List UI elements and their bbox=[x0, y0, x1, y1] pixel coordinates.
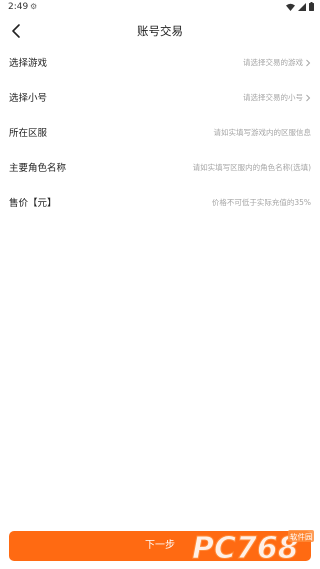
row-placeholder: 请如实填写游戏内的区服信息 bbox=[213, 128, 312, 137]
signal-icon bbox=[298, 2, 306, 11]
price-input[interactable]: 价格不可低于实际充值的35% bbox=[212, 197, 311, 208]
server-input[interactable]: 请如实填写游戏内的区服信息 bbox=[214, 127, 312, 138]
settings-status-icon: ⚙ bbox=[30, 2, 38, 11]
trade-form: 选择游戏 请选择交易的游戏 选择小号 请选择交易的小号 所在区服 请如实填写游戏… bbox=[0, 46, 320, 221]
svg-text:PC768: PC768 bbox=[192, 531, 299, 566]
svg-text:软件园: 软件园 bbox=[290, 532, 313, 542]
battery-icon bbox=[309, 2, 314, 11]
row-value: 请选择交易的游戏 bbox=[243, 57, 311, 68]
row-label: 所在区服 bbox=[9, 128, 48, 139]
row-label: 选择游戏 bbox=[9, 58, 48, 69]
character-name-row[interactable]: 主要角色名称 请如实填写区服内的角色名称(选填) bbox=[0, 151, 320, 186]
character-name-input[interactable]: 请如实填写区服内的角色名称(选填) bbox=[193, 162, 311, 173]
page-title: 账号交易 bbox=[137, 24, 183, 38]
row-placeholder: 请选择交易的小号 bbox=[243, 93, 303, 102]
title-bar: 账号交易 bbox=[0, 16, 320, 46]
select-game-row[interactable]: 选择游戏 请选择交易的游戏 bbox=[0, 46, 320, 81]
row-placeholder: 价格不可低于实际充值的35% bbox=[211, 198, 311, 207]
pc768-watermark-logo: PC768 软件园 bbox=[192, 530, 314, 566]
chevron-right-icon bbox=[306, 59, 311, 66]
status-bar: 2:49 ⚙ bbox=[0, 0, 320, 16]
select-alt-account-row[interactable]: 选择小号 请选择交易的小号 bbox=[0, 81, 320, 116]
row-label: 主要角色名称 bbox=[9, 163, 67, 174]
row-label: 售价【元】 bbox=[9, 198, 57, 209]
wifi-icon bbox=[286, 3, 295, 11]
server-row[interactable]: 所在区服 请如实填写游戏内的区服信息 bbox=[0, 116, 320, 151]
price-row[interactable]: 售价【元】 价格不可低于实际充值的35% bbox=[0, 186, 320, 221]
row-label: 选择小号 bbox=[9, 93, 48, 104]
row-value: 请选择交易的小号 bbox=[243, 92, 311, 103]
status-icons bbox=[286, 2, 314, 11]
row-placeholder: 请如实填写区服内的角色名称(选填) bbox=[192, 163, 311, 172]
row-placeholder: 请选择交易的游戏 bbox=[243, 58, 303, 67]
chevron-right-icon bbox=[306, 94, 311, 101]
status-time: 2:49 bbox=[8, 2, 29, 12]
